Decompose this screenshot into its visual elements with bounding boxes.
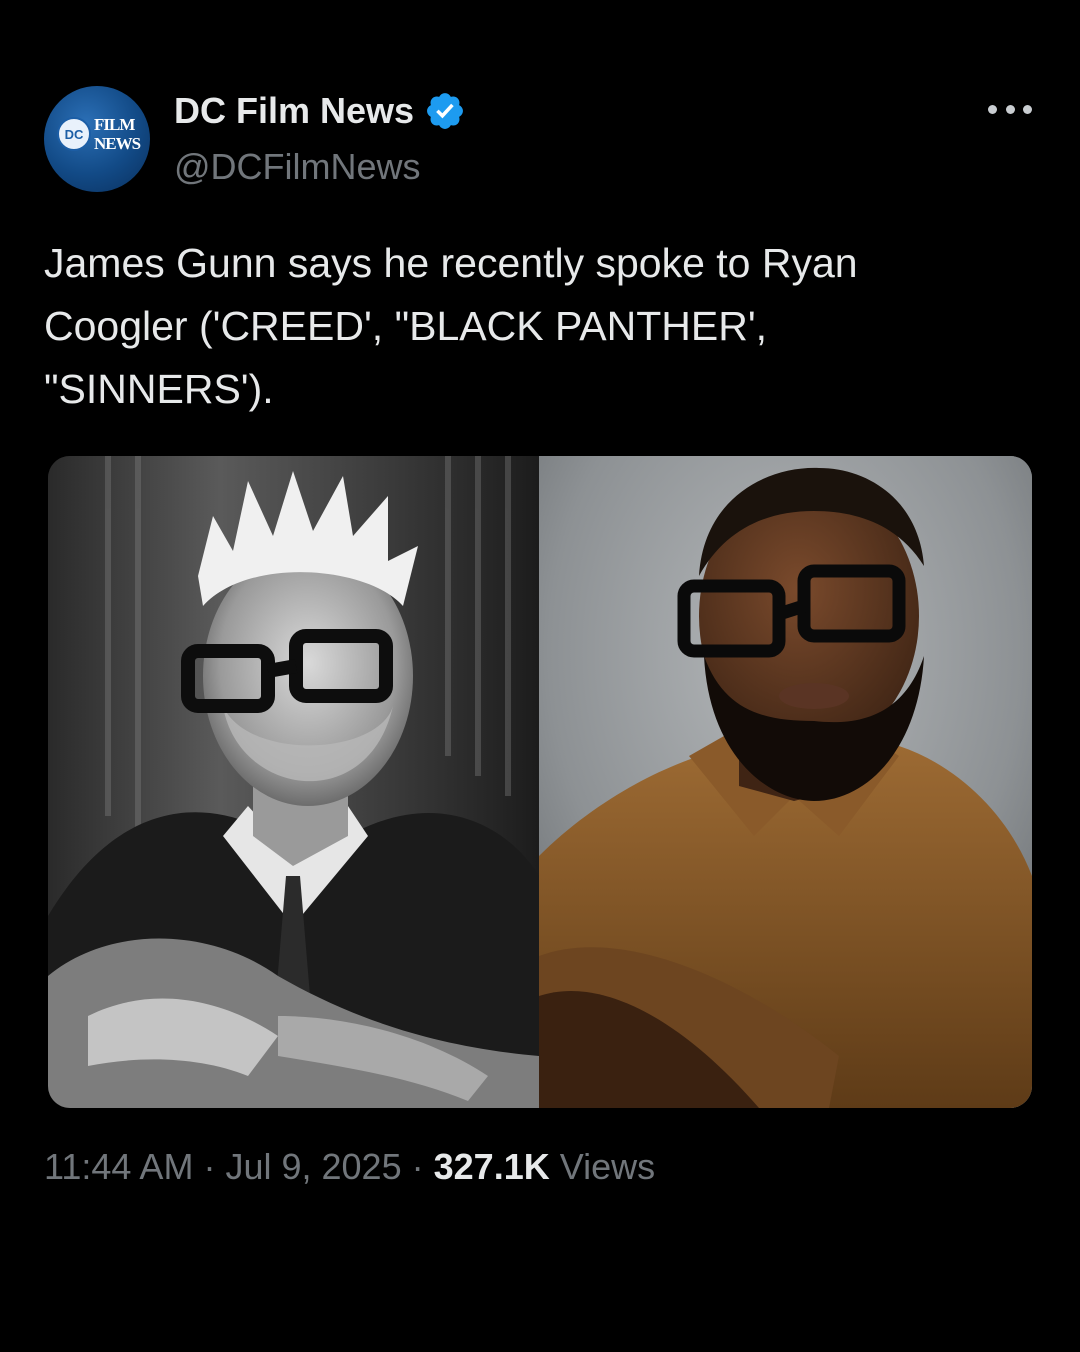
meta-separator: ·: [203, 1146, 216, 1187]
tweet-container: FILM NEWS DC Film News @DCFilmNews James…: [0, 0, 1080, 1352]
photo-black-and-white-portrait[interactable]: [48, 456, 539, 1108]
verified-badge-icon: [427, 93, 463, 129]
views-count[interactable]: 327.1K: [434, 1146, 550, 1187]
avatar-logo-line-1: FILM: [94, 115, 135, 134]
avatar-logo-line-2: NEWS: [94, 134, 141, 153]
portrait-left-illustration: [48, 456, 539, 1108]
photo-color-portrait[interactable]: [539, 456, 1032, 1108]
tweet-time[interactable]: 11:44 AM: [44, 1146, 193, 1187]
tweet-media[interactable]: [48, 456, 1032, 1108]
views-label: Views: [559, 1146, 656, 1187]
author-name-row: DC Film News: [174, 90, 466, 132]
tweet-date[interactable]: Jul 9, 2025: [225, 1146, 401, 1187]
more-options-icon[interactable]: [988, 102, 1032, 116]
tweet-text-line: James Gunn says he recently spoke to Rya…: [44, 240, 858, 286]
portrait-right-illustration: [539, 456, 1032, 1108]
avatar[interactable]: FILM NEWS: [44, 86, 150, 192]
tweet-metadata: 11:44 AM · Jul 9, 2025 · 327.1K Views: [44, 1146, 655, 1188]
meta-separator: ·: [411, 1146, 424, 1187]
dc-logo-icon: [57, 117, 91, 151]
tweet-text-line: "SINNERS').: [44, 366, 274, 412]
more-dot: [1023, 104, 1032, 114]
more-dot: [1005, 104, 1015, 114]
author-handle[interactable]: @DCFilmNews: [174, 146, 421, 188]
tweet-text: James Gunn says he recently spoke to Rya…: [44, 232, 1034, 421]
author-display-name[interactable]: DC Film News: [174, 90, 414, 132]
more-dot: [988, 104, 997, 114]
tweet-header: FILM NEWS DC Film News @DCFilmNews: [44, 86, 1036, 196]
tweet-text-line: Coogler ('CREED', "BLACK PANTHER',: [44, 303, 768, 349]
